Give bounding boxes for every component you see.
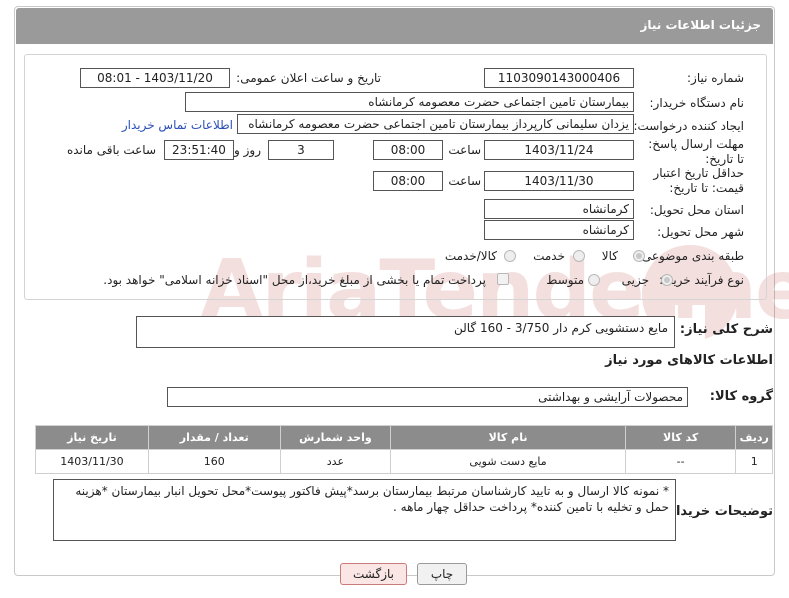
buyer-notes-label: توضیحات خریدار: <box>663 504 773 519</box>
validity-time-label: ساعت <box>448 174 481 188</box>
back-button[interactable]: بازگشت <box>340 563 407 585</box>
province-label: استان محل تحویل: <box>649 203 744 217</box>
category-option-goods: کالا <box>601 249 618 263</box>
deadline-time-label: ساعت <box>448 143 481 157</box>
announce-label: تاریخ و ساعت اعلان عمومی: <box>236 71 381 85</box>
need-number-label: شماره نیاز: <box>687 71 744 85</box>
validity-time-field: 08:00 <box>373 171 443 191</box>
goods-table: ردیف کد کالا نام کالا واحد شمارش تعداد /… <box>35 425 773 474</box>
category-label: طبقه بندی موضوعی: <box>637 249 744 263</box>
process-radio-medium[interactable] <box>588 274 600 286</box>
col-row-header: ردیف <box>735 425 773 450</box>
treasury-payment-checkbox[interactable] <box>497 273 509 285</box>
category-radio-service[interactable] <box>573 250 585 262</box>
treasury-payment-note: پرداخت تمام یا بخشی از مبلغ خرید،از محل … <box>103 273 486 287</box>
province-field: کرمانشاه <box>484 199 634 219</box>
creator-label: ایجاد کننده درخواست: <box>633 119 744 133</box>
process-option-medium: متوسط <box>546 273 584 287</box>
buyer-notes-text: * نمونه کالا ارسال و به تایید کارشناسان … <box>75 484 669 514</box>
col-code-header: کد کالا <box>624 425 737 450</box>
city-field: کرمانشاه <box>484 220 634 240</box>
goods-group-field: محصولات آرایشی و بهداشتی <box>167 387 688 407</box>
remaining-time-field: 23:51:40 <box>164 140 234 160</box>
contact-buyer-link[interactable]: اطلاعات تماس خریدار <box>122 118 233 132</box>
col-unit-header: واحد شمارش <box>279 425 392 450</box>
deadline-label: مهلت ارسال پاسخ: تا تاریخ: <box>648 137 744 166</box>
cell-name: مایع دست شویی <box>390 449 626 474</box>
buyer-label: نام دستگاه خریدار: <box>649 96 745 110</box>
cell-qty: 160 <box>147 449 281 474</box>
deadline-time-field: 08:00 <box>373 140 443 160</box>
creator-field: یزدان سلیمانی کارپرداز بیمارستان تامین ا… <box>237 114 634 134</box>
category-option-both: کالا/خدمت <box>444 249 497 263</box>
cell-row: 1 <box>735 449 773 474</box>
goods-group-label: گروه کالا: <box>709 389 773 404</box>
summary-textarea[interactable]: مایع دستشویی کرم دار 3/750 - 160 گالن <box>136 316 675 348</box>
table-header-row: ردیف کد کالا نام کالا واحد شمارش تعداد /… <box>35 425 773 450</box>
page-title: جزئیات اطلاعات نیاز <box>640 18 761 32</box>
remaining-label: ساعت باقی مانده <box>66 143 156 157</box>
days-label: روز و <box>234 143 261 157</box>
col-qty-header: تعداد / مقدار <box>147 425 281 450</box>
process-radio-minor[interactable] <box>661 274 673 286</box>
category-option-service: خدمت <box>533 249 565 263</box>
cell-unit: عدد <box>279 449 392 474</box>
announce-field: 1403/11/20 - 08:01 <box>80 68 230 88</box>
cell-date: 1403/11/30 <box>35 449 149 474</box>
category-radio-both[interactable] <box>504 250 516 262</box>
summary-text: مایع دستشویی کرم دار 3/750 - 160 گالن <box>453 321 668 335</box>
goods-info-title: اطلاعات کالاهای مورد نیاز <box>605 353 773 368</box>
days-field: 3 <box>268 140 334 160</box>
process-option-minor: جزیی <box>621 273 649 287</box>
print-button[interactable]: چاپ <box>417 563 467 585</box>
buyer-field: بیمارستان تامین اجتماعی حضرت معصومه کرما… <box>185 92 634 112</box>
validity-date-field: 1403/11/30 <box>484 171 634 191</box>
buyer-notes-textarea[interactable]: * نمونه کالا ارسال و به تایید کارشناسان … <box>53 479 676 541</box>
validity-label: حداقل تاریخ اعتبار قیمت: تا تاریخ: <box>653 166 744 195</box>
table-row: 1 -- مایع دست شویی عدد 160 1403/11/30 <box>35 449 773 474</box>
summary-label: شرح کلی نیاز: <box>679 322 773 337</box>
col-name-header: نام کالا <box>390 425 626 450</box>
category-radio-goods[interactable] <box>633 250 645 262</box>
deadline-date-field: 1403/11/24 <box>484 140 634 160</box>
city-label: شهر محل تحویل: <box>657 225 744 239</box>
col-date-header: تاریخ نیاز <box>35 425 149 450</box>
cell-code: -- <box>624 449 737 474</box>
need-number-field: 1103090143000406 <box>484 68 634 88</box>
